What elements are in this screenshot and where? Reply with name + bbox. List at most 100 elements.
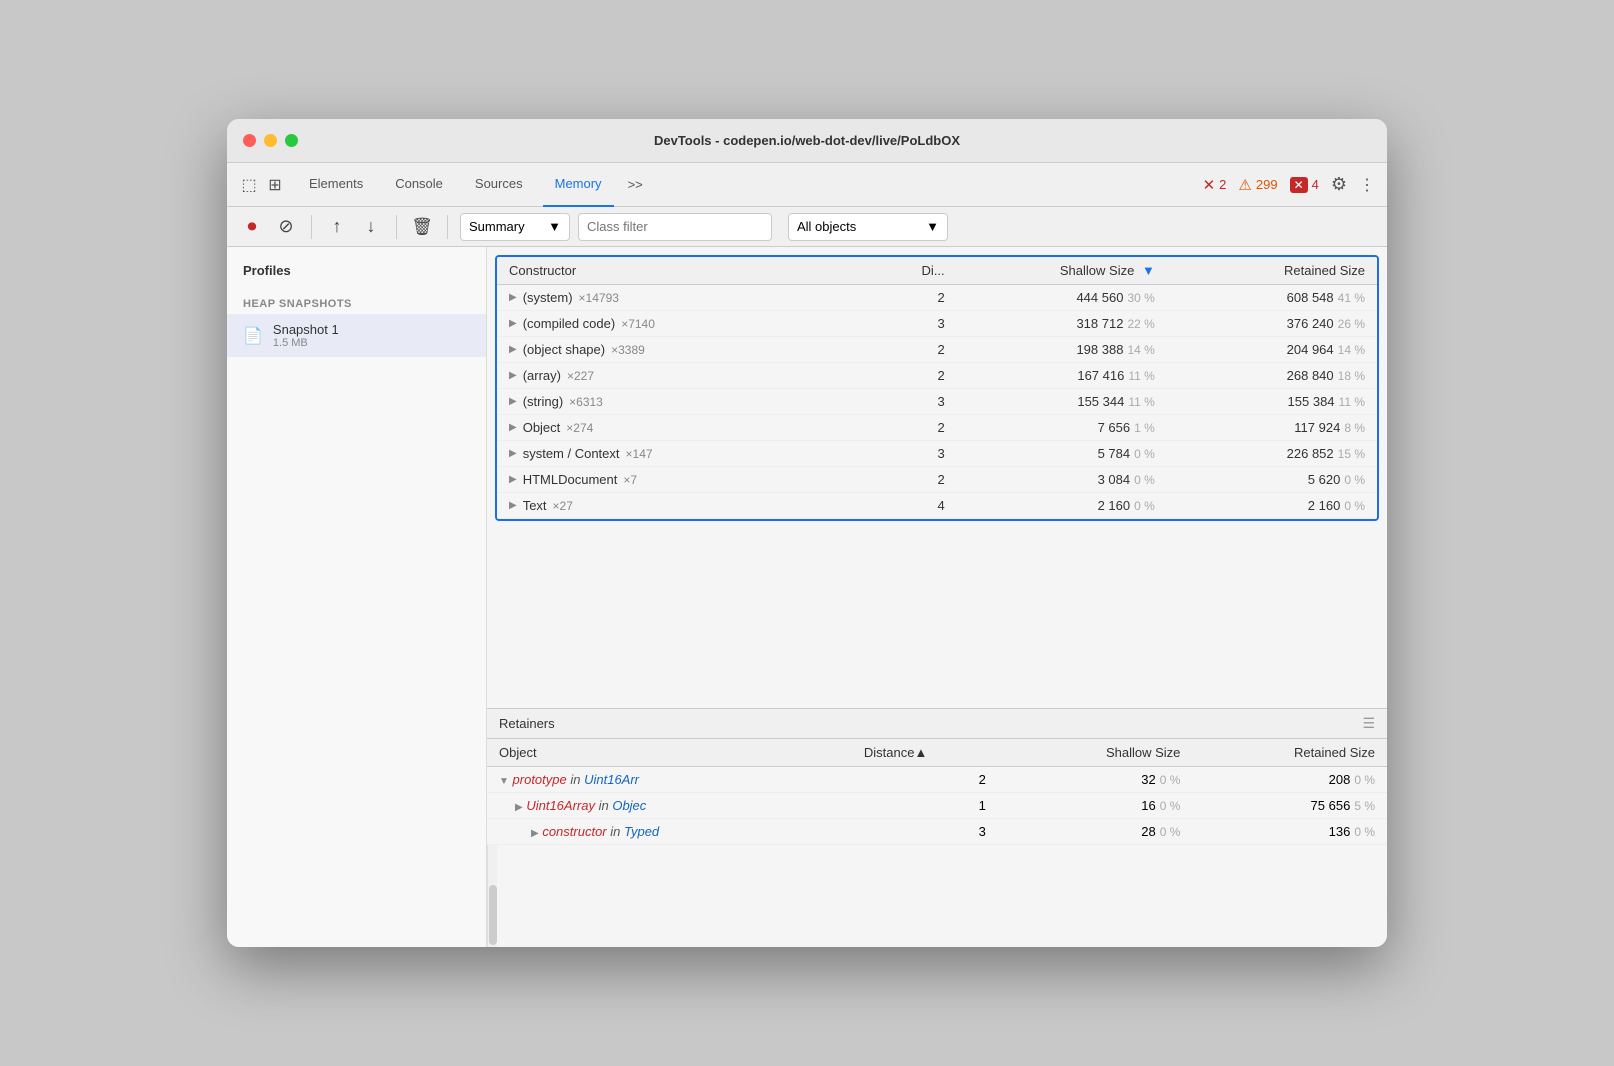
count-badge: ×27 (553, 499, 573, 513)
expand-icon[interactable]: ▶ (509, 422, 517, 433)
upload-button[interactable]: ↑ (324, 214, 350, 240)
table-row[interactable]: ▶ system / Context ×147 3 5 7840 % 226 8… (497, 441, 1377, 467)
constructor-cell: ▶ HTMLDocument ×7 (497, 467, 891, 493)
snapshot-icon: 📄 (243, 326, 263, 346)
constructor-cell: ▶ (system) ×14793 (497, 285, 891, 311)
summary-dropdown[interactable]: Summary ▼ (460, 213, 570, 241)
expand-icon[interactable]: ▶ (509, 318, 517, 329)
data-panel: Constructor Di... Shallow Size ▼ Retaine… (487, 247, 1387, 947)
retainers-row[interactable]: ▶ constructor in Typed 3 280 % 1360 % (487, 819, 1387, 845)
retainers-row[interactable]: ▶ Uint16Array in Objec 1 160 % 75 6565 % (487, 793, 1387, 819)
expand-icon[interactable]: ▶ (509, 448, 517, 459)
retainers-row[interactable]: ▼ prototype in Uint16Arr 2 320 % 2080 % (487, 767, 1387, 793)
inspect-icon[interactable]: ⬚ (239, 175, 259, 195)
retainers-table: Object Distance▲ Shallow Size Retained S… (487, 739, 1387, 845)
col-constructor: Constructor (497, 257, 891, 285)
collect-garbage-button[interactable]: 🗑 (409, 214, 435, 240)
table-row[interactable]: ▶ (string) ×6313 3 155 34411 % 155 38411… (497, 389, 1377, 415)
shallow-size-cell: 198 38814 % (957, 337, 1167, 363)
shallow-size-cell: 318 71222 % (957, 311, 1167, 337)
minimize-button[interactable] (264, 134, 277, 147)
retainer-distance-cell: 3 (852, 819, 998, 845)
warning-badge[interactable]: ⚠ 299 (1238, 176, 1277, 194)
more-options-icon[interactable]: ⋮ (1359, 175, 1375, 195)
snapshot-name: Snapshot 1 (273, 322, 339, 337)
devtools-mode-icons: ⬚ ⊞ (239, 175, 285, 195)
tab-console[interactable]: Console (383, 163, 455, 207)
constructor-table: Constructor Di... Shallow Size ▼ Retaine… (497, 257, 1377, 519)
expand-icon[interactable]: ▼ (499, 776, 509, 787)
expand-icon[interactable]: ▶ (509, 344, 517, 355)
table-row[interactable]: ▶ (system) ×14793 2 444 56030 % 608 5484… (497, 285, 1377, 311)
expand-icon[interactable]: ▶ (509, 500, 517, 511)
expand-icon[interactable]: ▶ (509, 370, 517, 381)
retainer-name: Uint16Array (526, 798, 595, 813)
expand-icon[interactable]: ▶ (509, 292, 517, 303)
shallow-size-cell: 2 1600 % (957, 493, 1167, 519)
more-tabs-icon[interactable]: >> (622, 177, 649, 192)
close-button[interactable] (243, 134, 256, 147)
retainers-header: Retainers ☰ (487, 709, 1387, 739)
constructor-cell: ▶ (compiled code) ×7140 (497, 311, 891, 337)
info-icon: ✕ (1290, 177, 1308, 193)
snapshot-item[interactable]: 📄 Snapshot 1 1.5 MB (227, 314, 486, 357)
scrollbar-thumb[interactable] (489, 885, 497, 945)
constructor-cell: ▶ (string) ×6313 (497, 389, 891, 415)
record-button[interactable]: ⏺ (239, 214, 265, 240)
ret-col-retained: Retained Size (1192, 739, 1387, 767)
retainer-object-cell: ▶ Uint16Array in Objec (487, 793, 852, 819)
download-button[interactable]: ↓ (358, 214, 384, 240)
warning-count: 299 (1256, 177, 1278, 192)
maximize-button[interactable] (285, 134, 298, 147)
expand-icon[interactable]: ▶ (515, 802, 523, 813)
clear-button[interactable]: ⊘ (273, 214, 299, 240)
retainer-object-cell: ▼ prototype in Uint16Arr (487, 767, 852, 793)
tab-memory[interactable]: Memory (543, 163, 614, 207)
constructor-cell: ▶ Text ×27 (497, 493, 891, 519)
retained-size-cell: 117 9248 % (1167, 415, 1377, 441)
ret-retained-pct: 0 % (1354, 773, 1375, 787)
ret-col-object: Object (487, 739, 852, 767)
info-count: 4 (1312, 177, 1319, 192)
ret-col-distance[interactable]: Distance▲ (852, 739, 998, 767)
settings-icon[interactable]: ⚙ (1331, 174, 1347, 195)
table-row[interactable]: ▶ (array) ×227 2 167 41611 % 268 84018 % (497, 363, 1377, 389)
table-row[interactable]: ▶ HTMLDocument ×7 2 3 0840 % 5 6200 % (497, 467, 1377, 493)
constructor-cell: ▶ (array) ×227 (497, 363, 891, 389)
retainers-title: Retainers (499, 716, 555, 731)
tab-sources[interactable]: Sources (463, 163, 535, 207)
distance-cell: 2 (891, 363, 957, 389)
vertical-scrollbar[interactable] (487, 845, 497, 947)
all-objects-dropdown[interactable]: All objects ▼ (788, 213, 948, 241)
constructor-name: (object shape) (523, 342, 605, 357)
table-row[interactable]: ▶ Object ×274 2 7 6561 % 117 9248 % (497, 415, 1377, 441)
distance-cell: 4 (891, 493, 957, 519)
retained-pct: 0 % (1344, 473, 1365, 487)
expand-icon[interactable]: ▶ (509, 396, 517, 407)
tab-elements[interactable]: Elements (297, 163, 375, 207)
table-row[interactable]: ▶ (object shape) ×3389 2 198 38814 % 204… (497, 337, 1377, 363)
ret-shallow-pct: 0 % (1160, 825, 1181, 839)
title-bar: DevTools - codepen.io/web-dot-dev/live/P… (227, 119, 1387, 163)
table-row[interactable]: ▶ (compiled code) ×7140 3 318 71222 % 37… (497, 311, 1377, 337)
warning-icon: ⚠ (1238, 176, 1251, 194)
constructor-name: (compiled code) (523, 316, 616, 331)
error-badge[interactable]: ✕ 2 (1203, 176, 1227, 194)
sidebar-title: Profiles (227, 263, 486, 290)
expand-icon[interactable]: ▶ (531, 828, 539, 839)
col-shallow-size[interactable]: Shallow Size ▼ (957, 257, 1167, 285)
class-filter-input[interactable] (578, 213, 772, 241)
action-bar: ⏺ ⊘ ↑ ↓ 🗑 Summary ▼ All objects ▼ (227, 207, 1387, 247)
retainer-in: in (570, 772, 584, 787)
constructor-name: HTMLDocument (523, 472, 618, 487)
retainer-distance-cell: 1 (852, 793, 998, 819)
all-objects-label: All objects (797, 219, 856, 234)
retainer-shallow-cell: 280 % (998, 819, 1193, 845)
table-row[interactable]: ▶ Text ×27 4 2 1600 % 2 1600 % (497, 493, 1377, 519)
retainer-shallow-cell: 320 % (998, 767, 1193, 793)
devtools-window: DevTools - codepen.io/web-dot-dev/live/P… (227, 119, 1387, 947)
retained-size-cell: 2 1600 % (1167, 493, 1377, 519)
device-toggle-icon[interactable]: ⊞ (265, 175, 285, 195)
info-badge[interactable]: ✕ 4 (1290, 177, 1319, 193)
expand-icon[interactable]: ▶ (509, 474, 517, 485)
